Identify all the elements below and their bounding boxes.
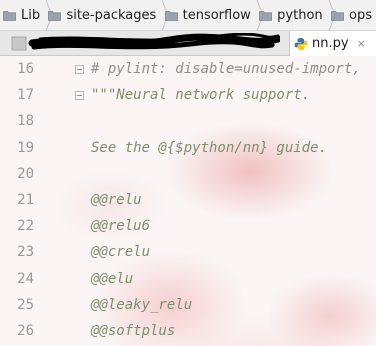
tab-label: nn.py xyxy=(312,36,349,51)
line-number: 25 xyxy=(17,296,34,313)
line-number: 20 xyxy=(17,165,34,182)
line-number: 16 xyxy=(17,61,34,77)
breadcrumb-item-lib[interactable]: Lib xyxy=(0,0,44,31)
fold-marker-icon[interactable] xyxy=(75,91,84,101)
breadcrumb-label: Lib xyxy=(21,7,41,23)
breadcrumb-label: ops xyxy=(348,7,372,23)
line-number: 23 xyxy=(17,244,34,261)
code-line[interactable]: @@crelu xyxy=(91,244,150,260)
breadcrumb-label: site-packages xyxy=(66,7,157,23)
breadcrumb-item-tensorflow[interactable]: tensorflow xyxy=(161,0,255,31)
breadcrumb-item-site-packages[interactable]: site-packages xyxy=(44,0,160,31)
code-line[interactable]: @@relu6 xyxy=(91,218,150,234)
code-line[interactable]: @@relu xyxy=(91,192,142,208)
python-file-icon xyxy=(294,37,308,50)
code-line[interactable]: """Neural network support. xyxy=(91,87,310,103)
code-line[interactable]: @@softplus xyxy=(91,323,175,339)
fold-marker-icon[interactable] xyxy=(75,65,84,74)
breadcrumb-label: tensorflow xyxy=(182,7,251,23)
editor-tab-bar: nn.py × xyxy=(0,31,376,56)
close-icon[interactable]: × xyxy=(357,37,366,50)
breadcrumb-item-python[interactable]: python xyxy=(255,0,326,31)
line-number: 26 xyxy=(17,323,34,339)
line-number: 17 xyxy=(17,87,34,104)
folder-icon xyxy=(48,10,62,21)
line-number: 19 xyxy=(17,139,34,156)
folder-icon xyxy=(3,10,16,21)
line-number: 24 xyxy=(17,270,34,287)
folder-icon xyxy=(259,10,273,21)
tab-nn-py[interactable]: nn.py × xyxy=(289,31,376,56)
line-number: 18 xyxy=(17,113,34,130)
breadcrumb-label: python xyxy=(277,7,323,23)
folder-icon xyxy=(164,10,178,21)
breadcrumb: Lib site-packages tensorflow python ops xyxy=(0,0,376,31)
folder-icon xyxy=(331,10,344,21)
code-line[interactable]: # pylint: disable=unused-import, xyxy=(91,61,361,77)
redacted-tab[interactable] xyxy=(10,32,282,54)
code-line[interactable]: @@leaky_relu xyxy=(91,297,192,313)
code-line[interactable]: See the @{$python/nn} guide. xyxy=(91,140,327,156)
line-number: 21 xyxy=(17,192,34,208)
code-line[interactable]: @@elu xyxy=(91,271,133,287)
line-number: 22 xyxy=(17,218,34,235)
